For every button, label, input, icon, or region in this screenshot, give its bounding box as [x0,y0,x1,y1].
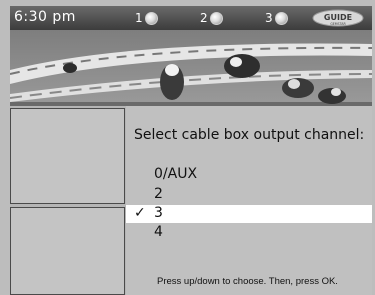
option-label: 4 [154,224,163,240]
dialog-prompt: Select cable box output channel: [134,127,365,143]
channel-number: 1 [135,11,143,25]
option-label: 3 [154,205,163,221]
clock: 6:30 pm [14,9,76,25]
channel-dot-icon [144,11,158,25]
status-bar: 6:30 pm 1 2 3 GUIDE GEMSTAR [10,6,372,30]
option-label: 0/AUX [154,166,198,182]
option-0-aux[interactable]: 0/AUX [126,166,372,184]
channel-indicator-2: 2 [200,10,223,26]
option-4[interactable]: 4 [126,224,372,242]
svg-text:GEMSTAR: GEMSTAR [330,22,346,26]
setup-dialog: Select cable box output channel: 0/AUX 2… [126,106,372,295]
svg-text:GUIDE: GUIDE [324,13,352,22]
guide-gemstar-logo: GUIDE GEMSTAR [312,9,364,27]
instruction-text: Press up/down to choose. Then, press OK. [157,276,338,287]
option-label: 2 [154,186,163,202]
channel-indicator-3: 3 [265,10,288,26]
channel-dot-icon [274,11,288,25]
option-3-selected[interactable]: ✓ 3 [126,205,372,223]
channel-number: 3 [265,11,273,25]
channel-dot-icon [209,11,223,25]
option-2[interactable]: 2 [126,186,372,204]
left-panel-bottom [10,207,125,295]
check-icon: ✓ [134,205,146,221]
channel-number: 2 [200,11,208,25]
left-panel-top [10,108,125,204]
live-video-preview [10,30,372,106]
screen-frame: 6:30 pm 1 2 3 GUIDE GEMSTAR Select cable… [0,0,375,295]
channel-indicator-1: 1 [135,10,158,26]
